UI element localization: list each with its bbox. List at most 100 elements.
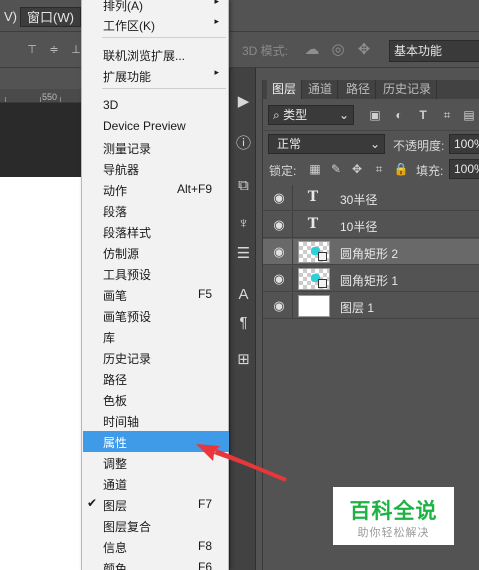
- menu-item[interactable]: 工作区(K) ▸: [83, 14, 229, 35]
- workspace-select[interactable]: 基本功能: [389, 40, 479, 62]
- layer-name: 圆角矩形 1: [340, 274, 399, 288]
- layer-row[interactable]: ◉ T 10半径: [263, 212, 479, 238]
- menu-item-label: 颜色: [103, 562, 128, 570]
- lock-move-icon[interactable]: ✥: [349, 161, 365, 177]
- menu-item-label: 画笔预设: [103, 310, 152, 324]
- menu-bar: V) 窗口(W): [0, 0, 479, 31]
- menu-item[interactable]: 工具预设: [83, 263, 229, 284]
- menu-item[interactable]: 排列(A) ▸: [83, 0, 229, 15]
- menu-item[interactable]: 段落: [83, 200, 229, 221]
- menu-item[interactable]: 仿制源: [83, 242, 229, 263]
- menu-item[interactable]: 3D: [83, 95, 229, 116]
- menu-item-label: 导航器: [103, 163, 140, 177]
- pixel-filter-icon[interactable]: ▣: [367, 107, 383, 123]
- menu-item-label: 时间轴: [103, 415, 140, 429]
- tab-layers[interactable]: 图层: [267, 80, 303, 99]
- eye-icon[interactable]: ◉: [271, 244, 287, 260]
- shape-thumbnail: [298, 268, 330, 290]
- text-layer-icon: T: [307, 216, 319, 232]
- blend-row: 正常 ⌄ 不透明度: 100%: [263, 130, 479, 156]
- filter-kind-select[interactable]: ⌕ 类型 ⌄: [268, 105, 354, 125]
- menu-item[interactable]: 图层复合: [83, 515, 229, 536]
- tab-history[interactable]: 历史记录: [378, 80, 438, 99]
- fill-label: 填充:: [416, 164, 444, 178]
- menu-item[interactable]: 段落样式: [83, 221, 229, 242]
- layer-row-selected[interactable]: ◉ 圆角矩形 2: [263, 239, 479, 265]
- menu-separator: [102, 37, 226, 38]
- menu-item[interactable]: 扩展功能 ▸: [83, 65, 229, 86]
- fill-input[interactable]: 100%: [449, 159, 479, 179]
- brush-presets-icon[interactable]: ♆: [234, 214, 253, 233]
- opacity-input[interactable]: 100%: [449, 134, 479, 154]
- lock-artboard-icon[interactable]: ⌗: [371, 161, 387, 177]
- play-action-icon[interactable]: ▶: [234, 92, 253, 111]
- menu-item[interactable]: 颜色 F6: [83, 557, 229, 570]
- menu-window[interactable]: 窗口(W): [20, 7, 81, 27]
- menu-item[interactable]: 动作 Alt+F9: [83, 179, 229, 200]
- pan-3d-icon[interactable]: ✥: [355, 41, 373, 59]
- layer-name: 圆角矩形 2: [340, 247, 399, 261]
- menu-item[interactable]: 信息 F8: [83, 536, 229, 557]
- menu-item-label: 段落样式: [103, 226, 152, 240]
- menu-item[interactable]: 时间轴: [83, 410, 229, 431]
- lock-all-icon[interactable]: 🔒: [393, 161, 409, 177]
- menu-item[interactable]: 路径: [83, 368, 229, 389]
- blend-mode-label: 正常: [277, 137, 302, 151]
- roll-3d-icon[interactable]: ◎: [329, 41, 347, 59]
- ruler-mark: [5, 97, 6, 102]
- adjustments-icon[interactable]: ☰: [234, 244, 253, 263]
- menu-item-shortcut: F8: [197, 539, 212, 553]
- paragraph-icon[interactable]: ¶: [234, 313, 253, 332]
- menu-item[interactable]: ✔ 图层 F7: [83, 494, 229, 515]
- eye-icon[interactable]: ◉: [271, 190, 287, 206]
- type-filter-icon[interactable]: T: [415, 107, 431, 123]
- lock-brush-icon[interactable]: ✎: [328, 161, 344, 177]
- menu-item[interactable]: 测量记录: [83, 137, 229, 158]
- tab-channels[interactable]: 通道: [303, 80, 339, 99]
- align-middle-icon[interactable]: ≑: [46, 44, 62, 56]
- info-icon[interactable]: ⓘ: [234, 134, 253, 153]
- eye-icon[interactable]: ◉: [271, 217, 287, 233]
- menu-item-shortcut: F6: [197, 560, 212, 570]
- layer-row[interactable]: ◉ 图层 1: [263, 293, 479, 319]
- ruler-tick-label: 550: [42, 92, 58, 102]
- menu-item-label: 测量记录: [103, 142, 152, 156]
- watermark-title: 百科全说: [349, 500, 438, 523]
- shape-filter-icon[interactable]: ⌗: [439, 107, 455, 123]
- menu-item-label: 排列(A): [103, 0, 143, 13]
- lock-row: 锁定: ▦ ✎ ✥ ⌗ 🔒 填充: 100%: [263, 158, 479, 180]
- menu-item[interactable]: 调整: [83, 452, 229, 473]
- character-icon[interactable]: A: [234, 285, 253, 304]
- align-top-icon[interactable]: ⊤: [24, 44, 40, 56]
- 3d-panel-icon[interactable]: ⊞: [234, 350, 253, 369]
- menu-item[interactable]: 画笔预设: [83, 305, 229, 326]
- eye-icon[interactable]: ◉: [271, 298, 287, 314]
- document-canvas[interactable]: [0, 177, 82, 570]
- layer-row[interactable]: ◉ T 30半径: [263, 185, 479, 211]
- check-icon: ✔: [87, 496, 98, 510]
- orbit-3d-icon[interactable]: ☁: [303, 41, 321, 59]
- menu-item[interactable]: 导航器: [83, 158, 229, 179]
- menu-item[interactable]: 画笔 F5: [83, 284, 229, 305]
- menu-item[interactable]: 通道: [83, 473, 229, 494]
- lock-transparent-icon[interactable]: ▦: [307, 161, 323, 177]
- menu-item[interactable]: Device Preview: [83, 116, 229, 137]
- menu-item[interactable]: 色板: [83, 389, 229, 410]
- layer-row[interactable]: ◉ 圆角矩形 1: [263, 266, 479, 292]
- layer-name: 10半径: [340, 220, 378, 234]
- watermark-subtitle: 助你轻松解决: [357, 527, 430, 539]
- blend-mode-select[interactable]: 正常 ⌄: [268, 134, 385, 154]
- eye-icon[interactable]: ◉: [271, 271, 287, 287]
- transform-icon[interactable]: ⧉: [234, 176, 253, 195]
- smart-object-filter-icon[interactable]: ▤: [461, 107, 477, 123]
- menu-item[interactable]: 历史记录: [83, 347, 229, 368]
- menu-item-label: 库: [103, 331, 116, 345]
- opacity-label: 不透明度:: [393, 139, 445, 153]
- menu-item[interactable]: 联机浏览扩展...: [83, 44, 229, 65]
- menu-item[interactable]: 库: [83, 326, 229, 347]
- adjustment-filter-icon[interactable]: ◐: [391, 107, 407, 123]
- menu-item-label: 3D: [103, 98, 119, 112]
- tab-paths[interactable]: 路径: [341, 80, 377, 99]
- menu-item[interactable]: 属性: [83, 431, 229, 452]
- menu-item-label: 联机浏览扩展...: [103, 49, 186, 63]
